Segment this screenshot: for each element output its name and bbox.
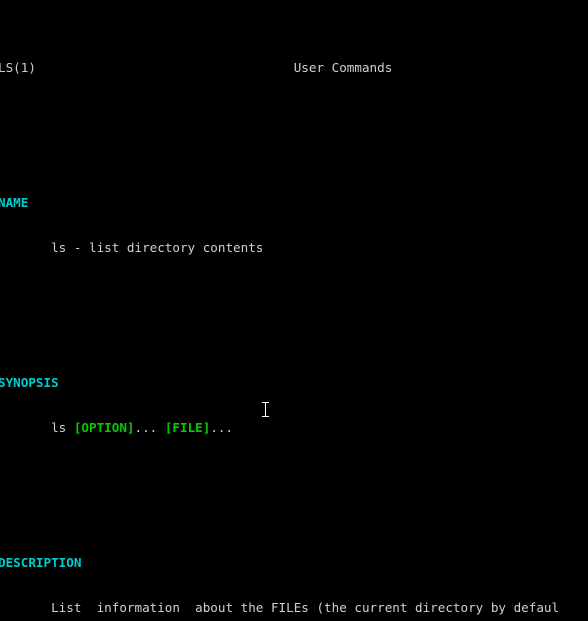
synopsis-option-token: [OPTION]	[73, 420, 135, 435]
synopsis-command: ls	[51, 420, 74, 435]
section-heading-name: NAME	[0, 195, 588, 210]
section-heading-synopsis: SYNOPSIS	[0, 375, 588, 390]
manpage-header-line: LS(1) User Commands L	[0, 60, 588, 75]
heading-synopsis-label: SYNOPSIS	[0, 375, 59, 390]
header-gap-left	[36, 60, 294, 75]
synopsis-ellipsis-2: ...	[210, 420, 234, 435]
header-gap-right	[392, 60, 588, 75]
heading-name-label: NAME	[0, 195, 29, 210]
terminal-window[interactable]: LS(1) User Commands L NAME ls - list dir…	[0, 0, 588, 621]
synopsis-body-line: ls [OPTION]... [FILE]...	[0, 420, 588, 435]
name-body-text: ls - list directory contents	[51, 240, 264, 255]
header-center: User Commands	[293, 60, 393, 75]
description-text-1: List information about the FILEs (the cu…	[51, 600, 560, 615]
section-heading-description: DESCRIPTION	[0, 555, 588, 570]
name-body-line: ls - list directory contents	[0, 240, 588, 255]
header-left: LS(1)	[0, 60, 36, 75]
synopsis-file-token: [FILE]	[164, 420, 211, 435]
heading-description-label: DESCRIPTION	[0, 555, 82, 570]
synopsis-ellipsis-1: ...	[134, 420, 165, 435]
manpage-content: LS(1) User Commands L NAME ls - list dir…	[0, 0, 588, 621]
description-line-1: List information about the FILEs (the cu…	[0, 600, 588, 615]
